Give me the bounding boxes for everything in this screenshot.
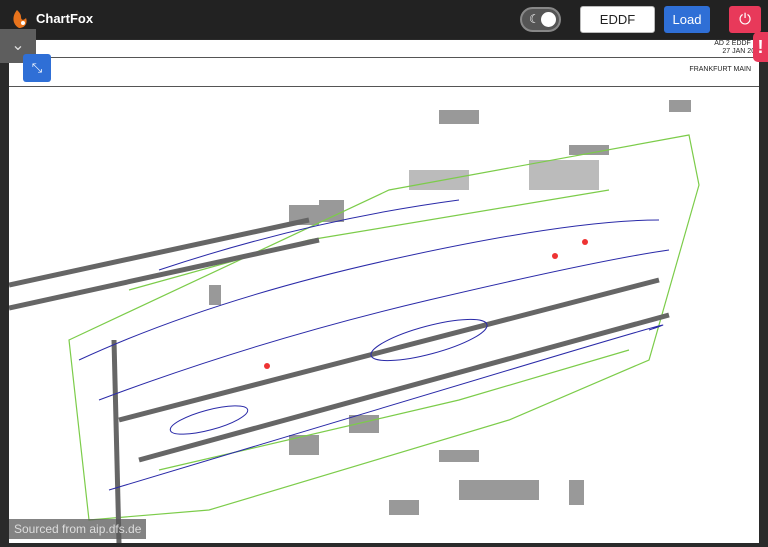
chartfox-logo-icon [13, 10, 27, 28]
chevron-down-icon: ⌄ [11, 37, 25, 54]
airport-diagram [9, 100, 700, 543]
brand-name: ChartFox [36, 11, 94, 26]
compress-icon: ⤡ [31, 60, 43, 75]
moon-icon: ☾ [529, 12, 540, 26]
logout-button[interactable]: ⏻ [729, 6, 761, 33]
power-icon: ⏻ [739, 11, 751, 28]
alert-button[interactable]: ! [753, 32, 768, 62]
dark-mode-toggle[interactable]: ☾ [520, 7, 561, 32]
toggle-knob [541, 12, 556, 27]
top-bar: ChartFox ☾ Load ⏻ [0, 0, 768, 39]
exclamation-icon: ! [757, 37, 764, 57]
load-button[interactable]: Load [664, 6, 710, 33]
source-attribution: Sourced from aip.dfs.de [9, 519, 147, 539]
fit-to-screen-button[interactable]: ⤡ [23, 54, 51, 82]
icao-input[interactable] [580, 6, 655, 33]
airport-chart[interactable]: AD 2 EDDF 2- 27 JAN 202 FRANKFURT MAIN [9, 40, 759, 543]
